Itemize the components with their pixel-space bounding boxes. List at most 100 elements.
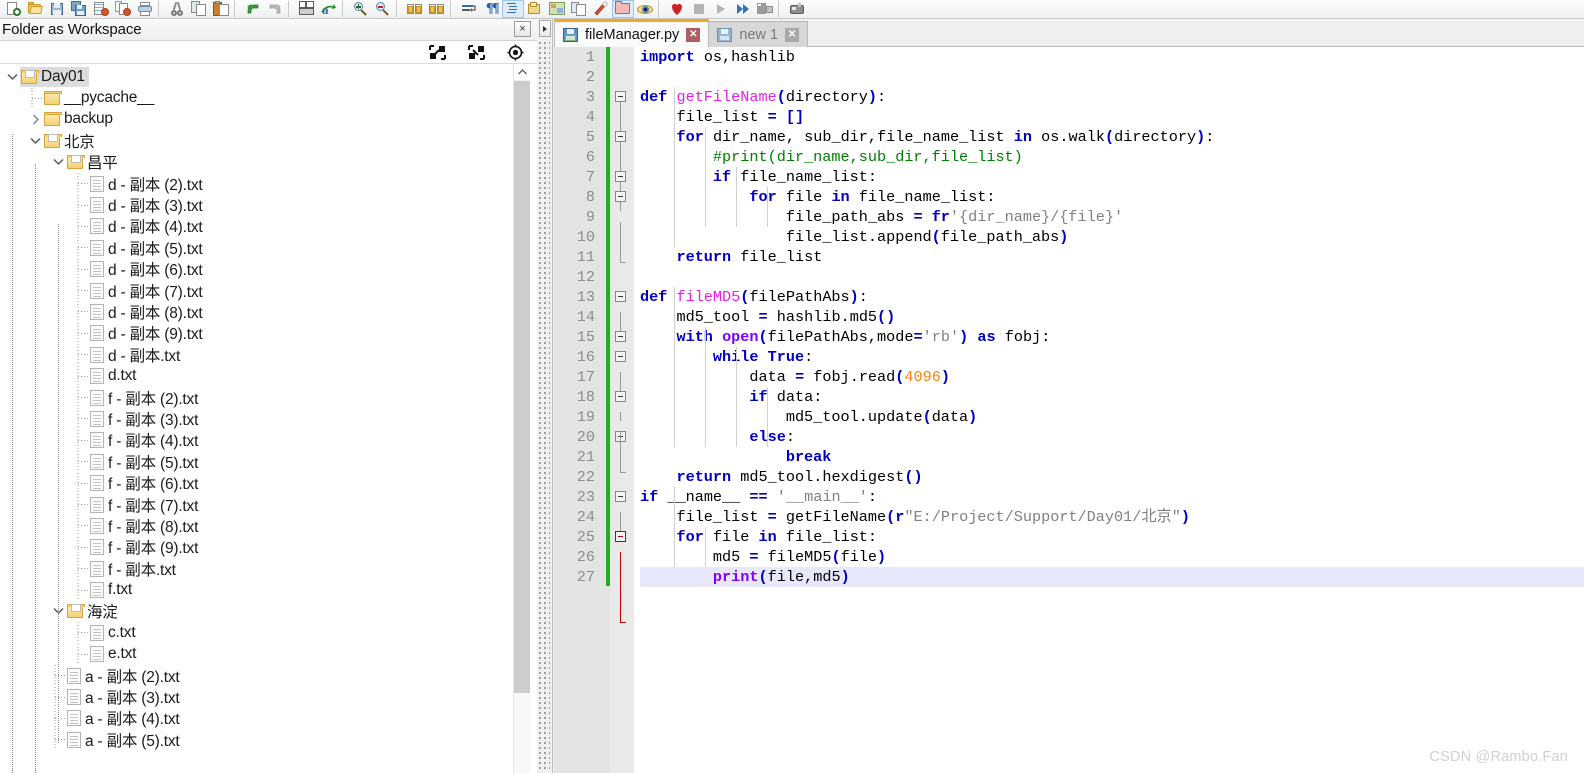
code-line[interactable]: def getFileName(directory): — [640, 87, 1584, 107]
tree-item[interactable]: c.txt — [0, 622, 513, 644]
code-line[interactable]: #print(dir_name,sub_dir,file_list) — [640, 147, 1584, 167]
tree-item-content[interactable]: f - 副本 (6).txt — [89, 471, 202, 495]
tree-item-content[interactable]: d - 副本 (7).txt — [89, 279, 207, 303]
tree-item-content[interactable]: d - 副本 (5).txt — [89, 236, 207, 260]
open-file-icon[interactable] — [24, 0, 46, 18]
expand-all-icon[interactable] — [428, 44, 447, 61]
tree-item[interactable]: a - 副本 (2).txt — [0, 664, 513, 688]
show-all-chars-icon[interactable]: ¶ ¶ — [480, 0, 502, 18]
tree-item-content[interactable]: a - 副本 (2).txt — [66, 664, 184, 688]
tree-item[interactable]: 昌平 — [0, 152, 513, 173]
tree-item[interactable]: d - 副本 (7).txt — [0, 279, 513, 303]
chevron-down-icon[interactable] — [51, 155, 66, 170]
code-line[interactable] — [640, 67, 1584, 87]
record-macro-icon[interactable] — [666, 0, 688, 18]
fold-toggle[interactable] — [615, 291, 626, 302]
folder-as-workspace-icon[interactable] — [612, 0, 634, 18]
tree-item[interactable]: f - 副本 (4).txt — [0, 428, 513, 452]
code-line[interactable]: md5_tool = hashlib.md5() — [640, 307, 1584, 327]
locate-current-file-icon[interactable] — [506, 44, 525, 61]
save-icon[interactable] — [46, 0, 68, 18]
close-icon[interactable] — [90, 0, 112, 18]
code-line[interactable]: break — [640, 447, 1584, 467]
panel-close-button[interactable]: × — [514, 21, 531, 37]
tree-item-content[interactable]: f - 副本.txt — [89, 557, 180, 581]
code-line[interactable] — [640, 267, 1584, 287]
code-line[interactable]: import os,hashlib — [640, 47, 1584, 67]
tree-item-content[interactable]: a - 副本 (4).txt — [66, 706, 184, 730]
tab-fileManager-py[interactable]: fileManager.py ✕ — [554, 19, 710, 47]
panel-splitter[interactable] — [537, 19, 553, 773]
undo-icon[interactable] — [242, 0, 264, 18]
redo-icon[interactable] — [264, 0, 286, 18]
tree-item-content[interactable]: c.txt — [89, 623, 139, 643]
word-wrap-icon[interactable] — [458, 0, 480, 18]
tree-item-content[interactable]: f - 副本 (8).txt — [89, 514, 202, 538]
code-line[interactable]: def fileMD5(filePathAbs): — [640, 287, 1584, 307]
new-file-icon[interactable] — [2, 0, 24, 18]
tree-item[interactable]: __pycache__ — [0, 87, 513, 109]
cut-icon[interactable] — [166, 0, 188, 18]
code-line[interactable]: if __name__ == '__main__': — [640, 487, 1584, 507]
tree-item[interactable]: d - 副本 (6).txt — [0, 258, 513, 280]
tree-item[interactable]: d - 副本 (8).txt — [0, 300, 513, 324]
code-line[interactable]: file_list.append(file_path_abs) — [640, 227, 1584, 247]
tree-item-content[interactable]: a - 副本 (5).txt — [66, 728, 184, 752]
tree-item[interactable]: d - 副本 (4).txt — [0, 215, 513, 237]
collapse-all-icon[interactable] — [467, 44, 486, 61]
tree-item[interactable]: f.txt — [0, 579, 513, 601]
code-line[interactable]: print(file,md5) — [640, 567, 1584, 587]
fold-toggle[interactable] — [615, 491, 626, 502]
code-line[interactable]: file_list = getFileName(r"E:/Project/Sup… — [640, 507, 1584, 527]
code-line[interactable]: file_path_abs = fr'{dir_name}/{file}' — [640, 207, 1584, 227]
function-list-icon[interactable] — [568, 0, 590, 18]
tree-item[interactable]: f - 副本 (2).txt — [0, 386, 513, 410]
tree-item[interactable]: f - 副本 (7).txt — [0, 494, 513, 515]
tree-item[interactable]: backup — [0, 109, 513, 130]
tree-item[interactable]: f - 副本 (5).txt — [0, 451, 513, 473]
copy-icon[interactable] — [188, 0, 210, 18]
splitter-collapse-button[interactable] — [539, 20, 551, 37]
print-icon[interactable] — [134, 0, 156, 18]
tree-item-content[interactable]: Day01 — [20, 66, 89, 87]
code-line[interactable]: file_list = [] — [640, 107, 1584, 127]
code-line[interactable]: else: — [640, 427, 1584, 447]
tree-item[interactable]: d - 副本 (5).txt — [0, 236, 513, 260]
tree-item[interactable]: a - 副本 (4).txt — [0, 706, 513, 730]
sync-vertical-icon[interactable] — [404, 0, 426, 18]
tab-new-1[interactable]: new 1 ✕ — [708, 21, 809, 47]
scroll-thumb[interactable] — [514, 81, 530, 693]
chevron-down-icon[interactable] — [28, 133, 43, 148]
find-icon[interactable] — [296, 0, 318, 18]
user-define-dialog-icon[interactable] — [524, 0, 546, 18]
tree-item[interactable]: d.txt — [0, 365, 513, 387]
tree-item[interactable]: 北京 — [0, 130, 513, 151]
fold-toggle[interactable] — [615, 171, 626, 182]
indent-guide-icon[interactable] — [502, 0, 524, 18]
tree-item-content[interactable]: f - 副本 (2).txt — [89, 386, 202, 410]
fold-toggle[interactable] — [615, 331, 626, 342]
code-line[interactable]: md5 = fileMD5(file) — [640, 547, 1584, 567]
code-line[interactable]: if data: — [640, 387, 1584, 407]
fold-toggle[interactable] — [615, 131, 626, 142]
tree-item[interactable]: 海淀 — [0, 601, 513, 622]
tree-item-content[interactable]: d - 副本 (8).txt — [89, 300, 207, 324]
code-line[interactable]: return file_list — [640, 247, 1584, 267]
tree-item-content[interactable]: 昌平 — [66, 150, 122, 174]
run-macro-multiple-icon[interactable] — [732, 0, 754, 18]
playback-macro-icon[interactable] — [710, 0, 732, 18]
tree-item[interactable]: a - 副本 (3).txt — [0, 686, 513, 708]
code-text[interactable]: import os,hashlib def getFileName(direct… — [634, 47, 1584, 773]
tree-item-content[interactable]: f.txt — [89, 580, 136, 600]
code-line[interactable]: while True: — [640, 347, 1584, 367]
tree-item[interactable]: d - 副本 (9).txt — [0, 322, 513, 344]
tree-item-content[interactable]: f - 副本 (4).txt — [89, 428, 202, 452]
tree-item-content[interactable]: d - 副本.txt — [89, 343, 184, 367]
tree-item[interactable]: f - 副本 (9).txt — [0, 536, 513, 558]
tree-item-content[interactable]: d.txt — [89, 366, 140, 386]
sync-horizontal-icon[interactable] — [426, 0, 448, 18]
tree-item-content[interactable]: d - 副本 (2).txt — [89, 172, 207, 196]
code-line[interactable]: if file_name_list: — [640, 167, 1584, 187]
code-line[interactable]: data = fobj.read(4096) — [640, 367, 1584, 387]
fold-toggle[interactable] — [615, 391, 626, 402]
